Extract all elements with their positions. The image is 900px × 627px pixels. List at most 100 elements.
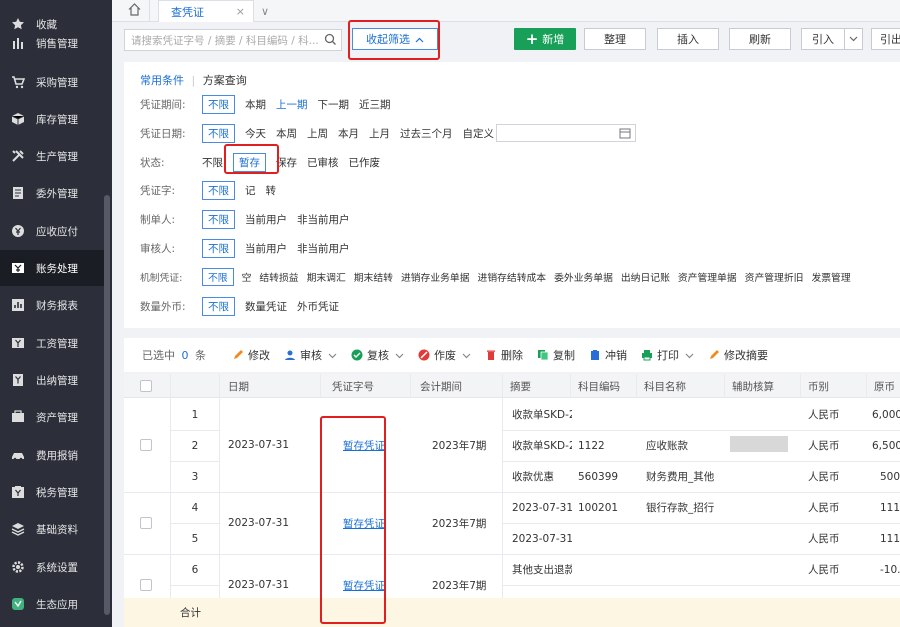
chevron-down-icon[interactable]: [328, 349, 337, 362]
refresh-button[interactable]: 刷新: [729, 28, 791, 50]
option-foreign-currency-voucher[interactable]: 外币凭证: [297, 299, 339, 314]
sidebar-item-outsourcing[interactable]: 委外管理: [0, 175, 104, 211]
option-this-week[interactable]: 本周: [276, 126, 297, 141]
print-button[interactable]: 打印: [641, 347, 694, 363]
chevron-down-icon[interactable]: ∨: [256, 0, 274, 22]
option-today[interactable]: 今天: [245, 126, 266, 141]
row-checkbox[interactable]: [140, 517, 152, 529]
option-unlimited[interactable]: 不限: [202, 209, 235, 229]
option-inventory-documents[interactable]: 进销存业务单据: [401, 270, 470, 284]
column-header-account-name[interactable]: 科目名称: [644, 374, 686, 398]
delete-button[interactable]: 删除: [485, 347, 523, 363]
home-tab[interactable]: [120, 0, 150, 22]
column-header-voucher-no[interactable]: 凭证字号: [332, 374, 374, 398]
option-inventory-cost-transfer[interactable]: 进销存结转成本: [478, 270, 547, 284]
column-header-auxiliary[interactable]: 辅助核算: [732, 374, 774, 398]
option-last-three-periods[interactable]: 近三期: [359, 97, 391, 112]
option-empty[interactable]: 空: [242, 270, 252, 284]
sidebar-item-sales[interactable]: 销售管理: [0, 28, 104, 58]
option-last-week[interactable]: 上周: [307, 126, 328, 141]
sidebar-item-ecosystem[interactable]: 生态应用: [0, 586, 104, 622]
option-previous-period[interactable]: 上一期: [276, 97, 308, 112]
column-header-period[interactable]: 会计期间: [420, 374, 462, 398]
close-icon[interactable]: ×: [236, 5, 245, 18]
sidebar-item-production[interactable]: 生产管理: [0, 138, 104, 174]
export-button[interactable]: 引出: [871, 28, 900, 50]
column-header-summary[interactable]: 摘要: [510, 374, 531, 398]
column-header-account-code[interactable]: 科目编码: [578, 374, 620, 398]
option-unlimited[interactable]: 不限: [202, 155, 223, 170]
calendar-icon[interactable]: [619, 127, 631, 142]
review-button[interactable]: 审核: [284, 347, 337, 363]
tab-common-conditions[interactable]: 常用条件: [140, 74, 184, 87]
option-next-period[interactable]: 下一期: [318, 97, 350, 112]
reverse-button[interactable]: 冲销: [589, 347, 627, 363]
option-asset-depreciation[interactable]: 资产管理折旧: [745, 270, 804, 284]
option-unlimited[interactable]: 不限: [202, 296, 235, 316]
select-all-checkbox[interactable]: [140, 380, 152, 392]
import-button[interactable]: 引入: [801, 28, 863, 50]
option-unlimited[interactable]: 不限: [202, 94, 235, 114]
recheck-button[interactable]: 复核: [351, 347, 404, 363]
tab-query-voucher[interactable]: 查凭证 ×: [158, 0, 254, 22]
sidebar-item-financial-reports[interactable]: 财务报表: [0, 287, 104, 323]
option-this-month[interactable]: 本月: [338, 126, 359, 141]
row-checkbox[interactable]: [140, 579, 152, 591]
option-cashier-journal[interactable]: 出纳日记账: [621, 270, 670, 284]
option-invoice-management[interactable]: 发票管理: [811, 270, 850, 284]
sidebar-item-receivable-payable[interactable]: 应收应付: [0, 213, 104, 249]
option-period-end-exchange[interactable]: 期末调汇: [307, 270, 346, 284]
chevron-down-icon[interactable]: [462, 349, 471, 362]
tab-scheme-query[interactable]: 方案查询: [203, 74, 247, 87]
column-header-currency[interactable]: 币别: [808, 374, 829, 398]
option-saved[interactable]: 保存: [276, 155, 297, 170]
add-button[interactable]: + 新增: [514, 28, 576, 50]
option-unlimited[interactable]: 不限: [202, 268, 234, 286]
search-input[interactable]: 请搜索凭证字号 / 摘要 / 科目编码 / 科...: [124, 29, 342, 51]
option-outsourcing-documents[interactable]: 委外业务单据: [554, 270, 613, 284]
option-non-current-user[interactable]: 非当前用户: [297, 241, 350, 256]
option-non-current-user[interactable]: 非当前用户: [297, 212, 350, 227]
sidebar-item-basic-data[interactable]: 基础资料: [0, 511, 104, 547]
edit-button[interactable]: 修改: [232, 347, 270, 363]
insert-button[interactable]: 插入: [657, 28, 719, 50]
sidebar-item-cashier[interactable]: 出纳管理: [0, 362, 104, 398]
option-period-end-transfer[interactable]: 期末结转: [354, 270, 393, 284]
option-unlimited[interactable]: 不限: [202, 180, 235, 200]
chevron-down-icon[interactable]: [844, 29, 862, 49]
option-ji[interactable]: 记: [245, 183, 256, 198]
sidebar-item-payroll[interactable]: 工资管理: [0, 325, 104, 361]
column-header-original-amount[interactable]: 原币: [874, 374, 895, 398]
copy-button[interactable]: 复制: [537, 347, 575, 363]
sidebar-item-assets[interactable]: 资产管理: [0, 399, 104, 435]
option-profit-loss-transfer[interactable]: 结转损益: [259, 270, 298, 284]
option-unlimited[interactable]: 不限: [202, 238, 235, 258]
chevron-down-icon[interactable]: [685, 349, 694, 362]
sidebar-item-settings[interactable]: 系统设置: [0, 549, 104, 585]
option-unlimited[interactable]: 不限: [202, 123, 235, 143]
sidebar-item-purchase[interactable]: 采购管理: [0, 64, 104, 100]
option-current-user[interactable]: 当前用户: [245, 241, 287, 256]
option-past-three-months[interactable]: 过去三个月: [400, 126, 453, 141]
search-icon[interactable]: [324, 33, 337, 49]
sidebar-scrollbar[interactable]: [104, 195, 110, 615]
sidebar-item-accounting[interactable]: 账务处理: [0, 250, 104, 286]
option-reviewed[interactable]: 已审核: [307, 155, 339, 170]
void-button[interactable]: 作废: [418, 347, 471, 363]
column-header-date[interactable]: 日期: [228, 374, 249, 398]
option-custom[interactable]: 自定义: [463, 126, 495, 141]
option-asset-documents[interactable]: 资产管理单据: [678, 270, 737, 284]
chevron-down-icon[interactable]: [395, 349, 404, 362]
option-current-period[interactable]: 本期: [245, 97, 266, 112]
organize-button[interactable]: 整理: [584, 28, 646, 50]
date-range-input[interactable]: [496, 124, 636, 142]
row-checkbox[interactable]: [140, 439, 152, 451]
option-current-user[interactable]: 当前用户: [245, 212, 287, 227]
option-zhuan[interactable]: 转: [266, 183, 277, 198]
sidebar-item-expense[interactable]: 费用报销: [0, 437, 104, 473]
sidebar-item-tax[interactable]: 税务管理: [0, 474, 104, 510]
option-quantity-voucher[interactable]: 数量凭证: [245, 299, 287, 314]
edit-summary-button[interactable]: 修改摘要: [708, 347, 768, 363]
option-last-month[interactable]: 上月: [369, 126, 390, 141]
option-voided[interactable]: 已作废: [349, 155, 381, 170]
